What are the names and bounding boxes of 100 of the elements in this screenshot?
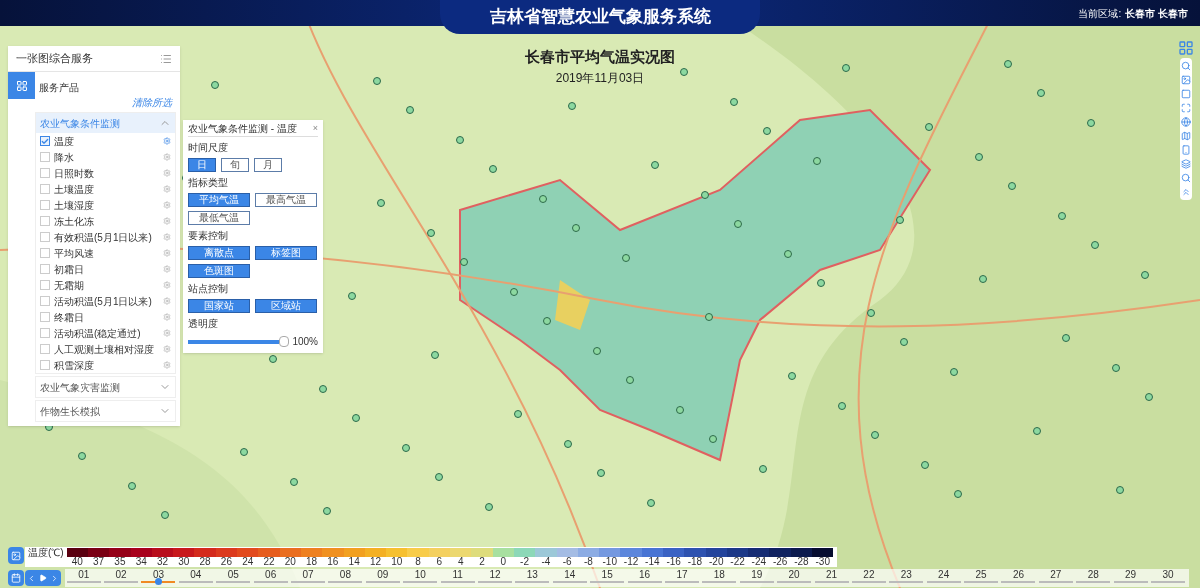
option-button[interactable]: 日 bbox=[188, 158, 216, 172]
day-tick[interactable]: 13 bbox=[513, 569, 552, 587]
checkbox[interactable] bbox=[40, 200, 50, 210]
checkbox[interactable] bbox=[40, 328, 50, 338]
day-tick[interactable]: 05 bbox=[214, 569, 252, 587]
legend-tick: 0 bbox=[500, 557, 507, 567]
checkbox[interactable] bbox=[40, 136, 50, 146]
option-button[interactable]: 平均气温 bbox=[188, 193, 250, 207]
checkbox[interactable] bbox=[40, 280, 50, 290]
day-tick[interactable]: 10 bbox=[401, 569, 439, 587]
option-button[interactable]: 月 bbox=[254, 158, 282, 172]
day-tick[interactable]: 17 bbox=[663, 569, 701, 587]
checkbox[interactable] bbox=[40, 344, 50, 354]
checkbox[interactable] bbox=[40, 248, 50, 258]
checkbox[interactable] bbox=[40, 264, 50, 274]
legend-tick: -16 bbox=[666, 557, 681, 567]
day-tick[interactable]: 26 bbox=[999, 569, 1038, 587]
list-icon[interactable] bbox=[160, 52, 172, 65]
settings-icon[interactable] bbox=[163, 201, 171, 209]
option-button[interactable]: 国家站 bbox=[188, 299, 250, 313]
checkbox[interactable] bbox=[40, 232, 50, 242]
fullscreen-icon[interactable] bbox=[1181, 103, 1191, 113]
settings-icon[interactable] bbox=[163, 233, 171, 241]
chevrons-up-icon[interactable] bbox=[1181, 187, 1191, 197]
play-icon[interactable] bbox=[39, 574, 47, 582]
date-toggle[interactable] bbox=[8, 570, 24, 586]
grid-icon[interactable] bbox=[1178, 40, 1194, 56]
settings-icon[interactable] bbox=[163, 137, 171, 145]
day-tick[interactable]: 08 bbox=[326, 569, 365, 587]
day-tick[interactable]: 11 bbox=[438, 569, 477, 587]
legend-tick: -8 bbox=[584, 557, 593, 567]
checkbox[interactable] bbox=[40, 312, 50, 322]
day-tick[interactable]: 01 bbox=[65, 569, 103, 587]
item-label: 人工观测土壤相对湿度 bbox=[54, 342, 155, 357]
image-icon[interactable] bbox=[1181, 75, 1191, 85]
checkbox[interactable] bbox=[40, 168, 50, 178]
item-label: 终霜日 bbox=[54, 310, 85, 325]
day-tick[interactable]: 12 bbox=[476, 569, 514, 587]
square-icon[interactable] bbox=[1181, 89, 1191, 99]
legend-tick: -24 bbox=[751, 557, 767, 567]
day-tick[interactable]: 29 bbox=[1111, 569, 1150, 587]
day-tick[interactable]: 24 bbox=[925, 569, 963, 587]
grid-tab[interactable] bbox=[8, 72, 35, 99]
settings-icon[interactable] bbox=[163, 217, 171, 225]
globe-icon[interactable] bbox=[1181, 117, 1191, 127]
day-tick[interactable]: 25 bbox=[962, 569, 1000, 587]
checkbox[interactable] bbox=[40, 152, 50, 162]
slider-thumb[interactable] bbox=[279, 336, 290, 347]
day-tick[interactable]: 06 bbox=[251, 569, 290, 587]
option-button[interactable]: 最高气温 bbox=[255, 193, 317, 207]
option-button[interactable]: 最低气温 bbox=[188, 211, 250, 225]
search-icon[interactable] bbox=[1181, 61, 1191, 71]
settings-icon[interactable] bbox=[163, 329, 171, 337]
day-tick[interactable]: 02 bbox=[102, 569, 140, 587]
settings-icon[interactable] bbox=[163, 265, 171, 273]
day-tick[interactable]: 16 bbox=[625, 569, 664, 587]
day-tick[interactable]: 03 bbox=[139, 569, 178, 587]
checkbox[interactable] bbox=[40, 296, 50, 306]
settings-icon[interactable] bbox=[163, 345, 171, 353]
option-button[interactable]: 色斑图 bbox=[188, 264, 250, 278]
day-tick[interactable]: 19 bbox=[738, 569, 776, 587]
search-icon[interactable] bbox=[1181, 173, 1191, 183]
option-button[interactable]: 标签图 bbox=[255, 246, 317, 260]
option-button[interactable]: 区域站 bbox=[255, 299, 317, 313]
settings-icon[interactable] bbox=[163, 313, 171, 321]
legend-toggle[interactable] bbox=[8, 547, 24, 564]
option-button[interactable]: 离散点 bbox=[188, 246, 250, 260]
settings-icon[interactable] bbox=[163, 297, 171, 305]
day-tick[interactable]: 23 bbox=[887, 569, 925, 587]
clear-link[interactable]: 清除所选 bbox=[132, 95, 172, 110]
day-tick[interactable]: 22 bbox=[850, 569, 888, 587]
day-tick[interactable]: 07 bbox=[289, 569, 327, 587]
day-tick[interactable]: 15 bbox=[588, 569, 626, 587]
layers-icon[interactable] bbox=[1181, 159, 1191, 169]
settings-icon[interactable] bbox=[163, 153, 171, 161]
item-label: 温度 bbox=[54, 134, 75, 149]
day-tick[interactable]: 04 bbox=[177, 569, 215, 587]
settings-icon[interactable] bbox=[163, 185, 171, 193]
settings-icon[interactable] bbox=[163, 169, 171, 177]
day-tick[interactable]: 27 bbox=[1037, 569, 1075, 587]
day-tick[interactable]: 09 bbox=[364, 569, 402, 587]
day-tick[interactable]: 20 bbox=[775, 569, 813, 587]
settings-icon[interactable] bbox=[163, 281, 171, 289]
close-button[interactable]: × bbox=[312, 123, 318, 133]
day-tick[interactable]: 28 bbox=[1074, 569, 1112, 587]
item-label: 土壤温度 bbox=[54, 182, 95, 197]
day-tick[interactable]: 30 bbox=[1149, 569, 1187, 587]
settings-icon[interactable] bbox=[163, 361, 171, 369]
checkbox[interactable] bbox=[40, 216, 50, 226]
option-button[interactable]: 旬 bbox=[221, 158, 249, 172]
day-tick[interactable]: 18 bbox=[700, 569, 739, 587]
settings-icon[interactable] bbox=[163, 249, 171, 257]
day-tick[interactable]: 14 bbox=[551, 569, 589, 587]
map-icon[interactable] bbox=[1181, 131, 1191, 141]
legend-tick: -30 bbox=[815, 557, 830, 567]
checkbox[interactable] bbox=[40, 360, 50, 370]
day-tick[interactable]: 21 bbox=[812, 569, 851, 587]
phone-icon[interactable] bbox=[1181, 145, 1191, 155]
item-label: 土壤湿度 bbox=[54, 198, 95, 213]
checkbox[interactable] bbox=[40, 184, 50, 194]
